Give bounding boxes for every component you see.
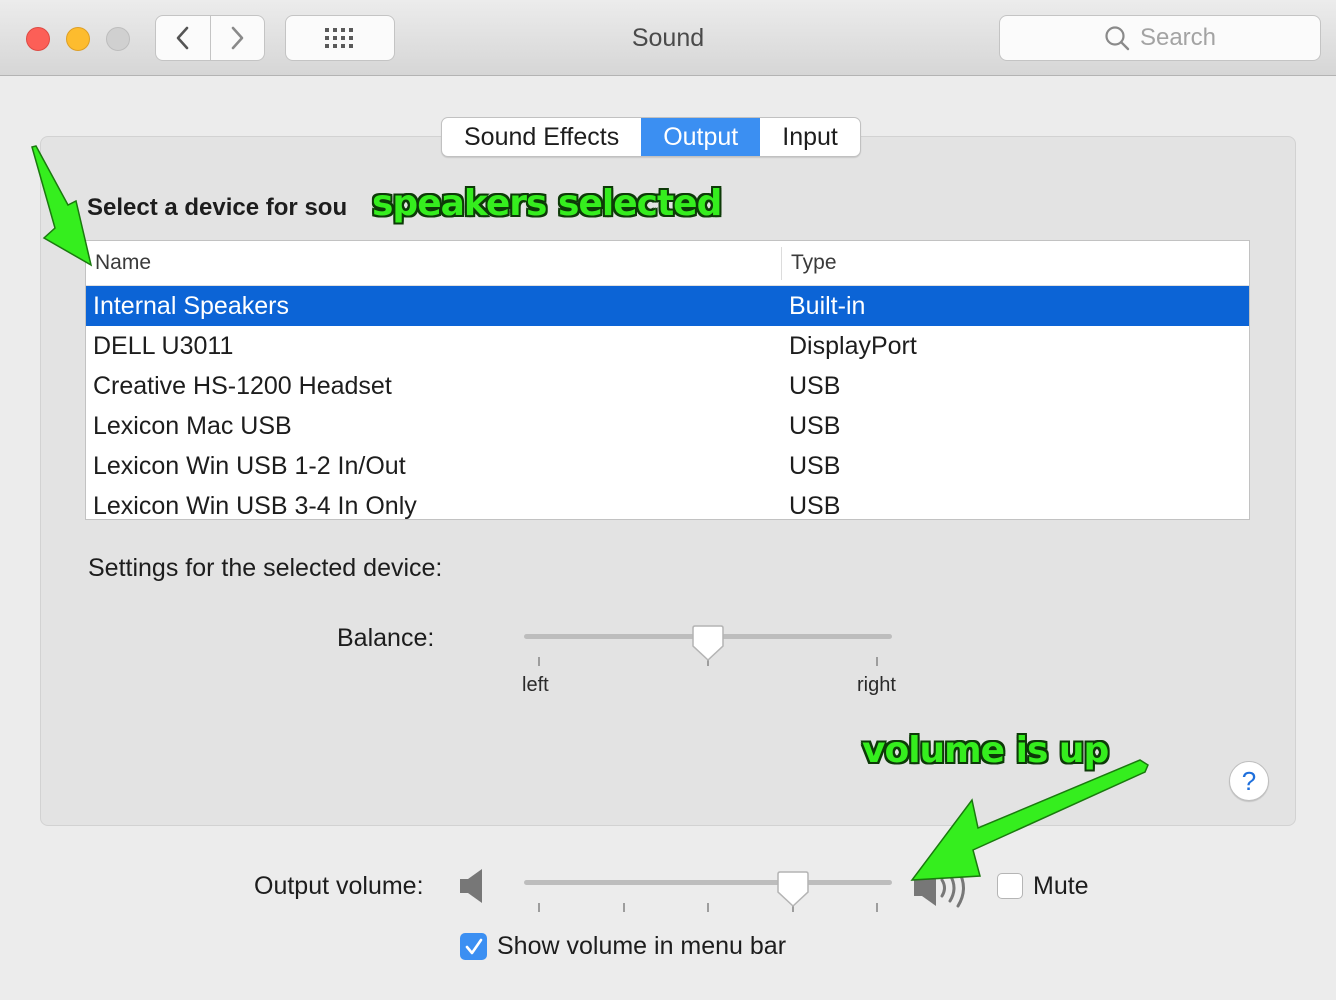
annotation-arrows — [31, 145, 1149, 881]
arrow-to-volume-icon — [910, 759, 1149, 881]
arrow-to-speakers-icon — [31, 145, 93, 267]
annotation-volume-up: volume is up — [862, 730, 1109, 771]
annotation-speakers-selected: speakers selected — [372, 183, 722, 224]
